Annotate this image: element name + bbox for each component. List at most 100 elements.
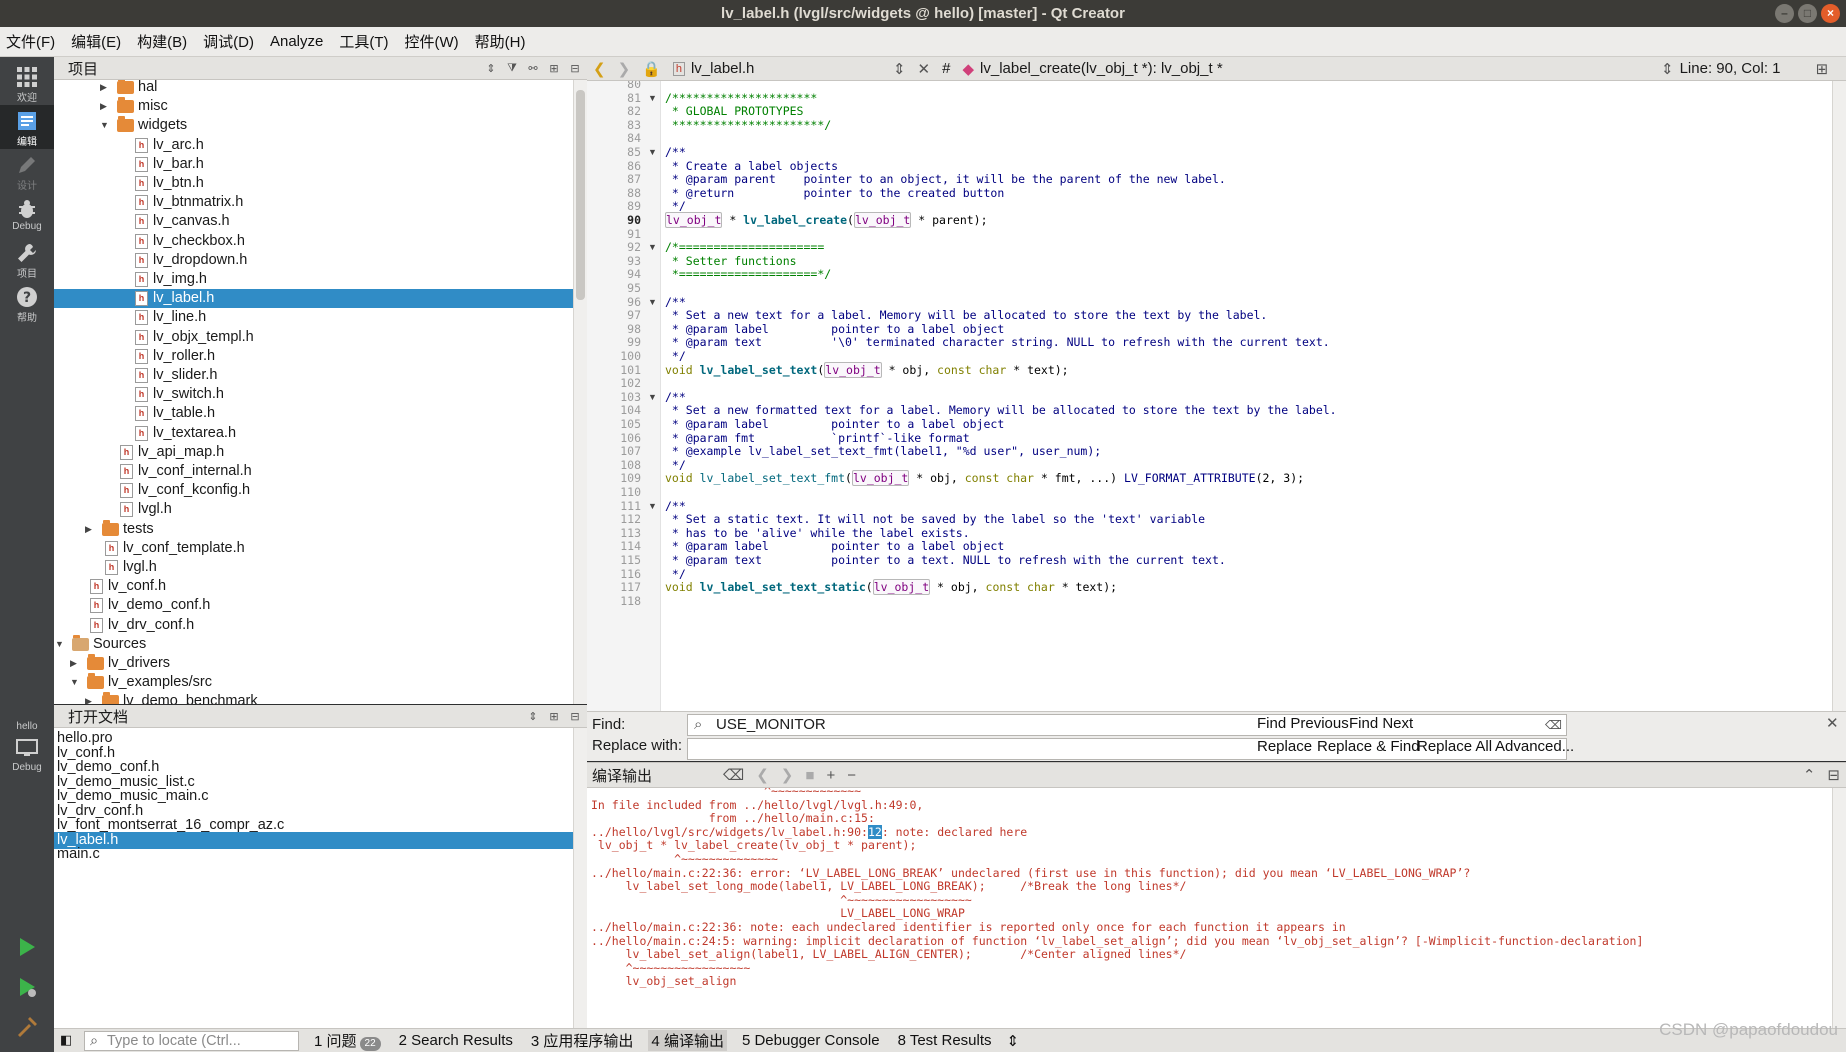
- menu-item[interactable]: 编辑(E): [65, 31, 127, 52]
- zoom-out-icon[interactable]: −: [847, 767, 856, 784]
- tree-file-item[interactable]: hlv_btnmatrix.h: [54, 193, 573, 212]
- compile-output[interactable]: ^~~~~~~~~~~~~~In file included from ../h…: [587, 788, 1832, 1028]
- tree-file-item[interactable]: hlv_bar.h: [54, 155, 573, 174]
- fold-marker-icon[interactable]: ▼: [648, 294, 657, 310]
- replace-button[interactable]: Replace: [1257, 738, 1312, 755]
- tree-file-item[interactable]: hlv_api_map.h: [54, 443, 573, 462]
- tree-file-item[interactable]: hlvgl.h: [54, 500, 573, 519]
- close-panel-icon[interactable]: ⊟: [1827, 766, 1840, 784]
- minimize-icon[interactable]: –: [1775, 4, 1794, 23]
- maximize-panel-icon[interactable]: ⌃: [1803, 766, 1816, 784]
- toggle-sidebar-icon[interactable]: ◧: [60, 1032, 72, 1048]
- tree-scrollbar[interactable]: [573, 80, 587, 704]
- sort-updown-icon[interactable]: ⇕: [524, 710, 542, 723]
- menu-item[interactable]: 帮助(H): [469, 31, 532, 52]
- menu-item[interactable]: 构建(B): [131, 31, 193, 52]
- stop-icon[interactable]: ■: [805, 767, 814, 784]
- maximize-icon[interactable]: □: [1798, 4, 1817, 23]
- fold-marker-icon[interactable]: ▼: [648, 144, 657, 160]
- tree-file-item[interactable]: hlv_roller.h: [54, 347, 573, 366]
- fold-marker-icon[interactable]: ▼: [648, 239, 657, 255]
- tree-file-item[interactable]: hlv_btn.h: [54, 174, 573, 193]
- tree-file-item[interactable]: hlv_conf_template.h: [54, 539, 573, 558]
- mode-help[interactable]: ?帮助: [0, 281, 54, 325]
- tree-file-item[interactable]: hlv_canvas.h: [54, 212, 573, 231]
- locator-input[interactable]: ⌕ Type to locate (Ctrl...: [84, 1031, 299, 1051]
- fold-marker-icon[interactable]: ▼: [648, 90, 657, 106]
- tree-file-item[interactable]: hlv_conf_internal.h: [54, 462, 573, 481]
- expand-open-icon[interactable]: ▼: [100, 120, 110, 130]
- tree-folder-item[interactable]: ▼lv_examples/src: [54, 673, 573, 692]
- replace-find-button[interactable]: Replace & Find: [1317, 738, 1420, 755]
- tree-file-item[interactable]: hlv_table.h: [54, 404, 573, 423]
- debug-run-icon[interactable]: [0, 967, 54, 1007]
- mode-bug[interactable]: Debug: [0, 193, 54, 237]
- open-documents-scrollbar[interactable]: [573, 728, 587, 1028]
- menu-item[interactable]: Analyze: [264, 33, 329, 50]
- expand-open-icon[interactable]: ▼: [55, 639, 65, 649]
- close-find-icon[interactable]: ✕: [1826, 714, 1839, 732]
- build-icon[interactable]: [0, 1007, 54, 1047]
- output-pane-tab[interactable]: 2 Search Results: [396, 1032, 516, 1049]
- expand-closed-icon[interactable]: ▶: [100, 82, 110, 92]
- output-pane-tab[interactable]: 5 Debugger Console: [739, 1032, 883, 1049]
- mode-edit[interactable]: 编辑: [0, 105, 54, 149]
- tree-file-item[interactable]: hlv_textarea.h: [54, 424, 573, 443]
- prev-item-icon[interactable]: ❮: [756, 766, 769, 784]
- tree-folder-item[interactable]: ▼widgets: [54, 116, 573, 135]
- mode-wrench[interactable]: 项目: [0, 237, 54, 281]
- output-pane-tab[interactable]: 1 问题22: [311, 1030, 384, 1051]
- tree-file-item[interactable]: hlv_checkbox.h: [54, 232, 573, 251]
- tree-folder-item[interactable]: ▶lv_demo_benchmark: [54, 692, 573, 704]
- find-next-button[interactable]: Find Next: [1349, 715, 1413, 732]
- fold-marker-icon[interactable]: ▼: [648, 389, 657, 405]
- tree-folder-item[interactable]: ▼Sources: [54, 635, 573, 654]
- tree-file-item[interactable]: hlv_slider.h: [54, 366, 573, 385]
- find-previous-button[interactable]: Find Previous: [1257, 715, 1349, 732]
- expand-closed-icon[interactable]: ▶: [85, 524, 95, 534]
- tree-folder-item[interactable]: ▶lv_drivers: [54, 654, 573, 673]
- clear-icon[interactable]: ⌫: [1545, 715, 1562, 735]
- menu-item[interactable]: 控件(W): [399, 31, 465, 52]
- tree-folder-item[interactable]: ▶hal: [54, 80, 573, 97]
- tree-file-item[interactable]: hlv_dropdown.h: [54, 251, 573, 270]
- close-panel-icon[interactable]: ⊟: [566, 710, 584, 723]
- symbol-selector[interactable]: lv_label_create(lv_obj_t *): lv_obj_t *: [980, 60, 1655, 77]
- cursor-position[interactable]: Line: 90, Col: 1: [1680, 60, 1810, 77]
- menu-item[interactable]: 工具(T): [333, 31, 394, 52]
- expand-closed-icon[interactable]: ▶: [85, 696, 95, 704]
- tree-file-item[interactable]: hlv_label.h: [54, 289, 573, 308]
- run-icon[interactable]: [0, 927, 54, 967]
- tree-file-item[interactable]: hlv_img.h: [54, 270, 573, 289]
- doc-dropdown-icon[interactable]: ⇕: [893, 60, 906, 78]
- fold-margin[interactable]: ▼ ▼ ▼ ▼ ▼ ▼: [643, 81, 661, 711]
- mode-grid[interactable]: 欢迎: [0, 61, 54, 105]
- tree-folder-item[interactable]: ▶tests: [54, 520, 573, 539]
- expand-closed-icon[interactable]: ▶: [70, 658, 80, 668]
- code-editor[interactable]: 8081828384858687888990919293949596979899…: [587, 81, 1832, 711]
- replace-all-button[interactable]: Replace All: [1417, 738, 1492, 755]
- split-icon[interactable]: ⊞: [545, 62, 563, 75]
- tree-file-item[interactable]: hlv_switch.h: [54, 385, 573, 404]
- tree-file-item[interactable]: hlv_arc.h: [54, 136, 573, 155]
- clear-output-icon[interactable]: ⌫: [723, 766, 744, 784]
- menu-item[interactable]: 调试(D): [197, 31, 260, 52]
- output-scrollbar[interactable]: [1832, 788, 1846, 1028]
- link-icon[interactable]: ⚯: [524, 62, 542, 75]
- symbol-dropdown-icon[interactable]: ⇕: [1661, 60, 1674, 78]
- back-arrow-icon[interactable]: ❮: [593, 60, 606, 78]
- output-tabs-dropdown-icon[interactable]: ⇕: [1007, 1032, 1020, 1050]
- tree-file-item[interactable]: hlv_demo_conf.h: [54, 596, 573, 615]
- sort-updown-icon[interactable]: ⇕: [482, 62, 500, 75]
- fold-marker-icon[interactable]: ▼: [648, 498, 657, 514]
- filter-icon[interactable]: ⧩: [503, 62, 521, 75]
- expand-closed-icon[interactable]: ▶: [100, 101, 110, 111]
- kit-selector[interactable]: helloDebug: [0, 717, 54, 787]
- document-selector[interactable]: lv_label.h: [691, 60, 887, 77]
- output-pane-tab[interactable]: 3 应用程序输出: [528, 1030, 637, 1051]
- tree-file-item[interactable]: hlv_conf_kconfig.h: [54, 481, 573, 500]
- mode-pencil[interactable]: 设计: [0, 149, 54, 193]
- tree-folder-item[interactable]: ▶misc: [54, 97, 573, 116]
- tree-file-item[interactable]: hlv_drv_conf.h: [54, 616, 573, 635]
- split-icon[interactable]: ⊞: [545, 710, 563, 723]
